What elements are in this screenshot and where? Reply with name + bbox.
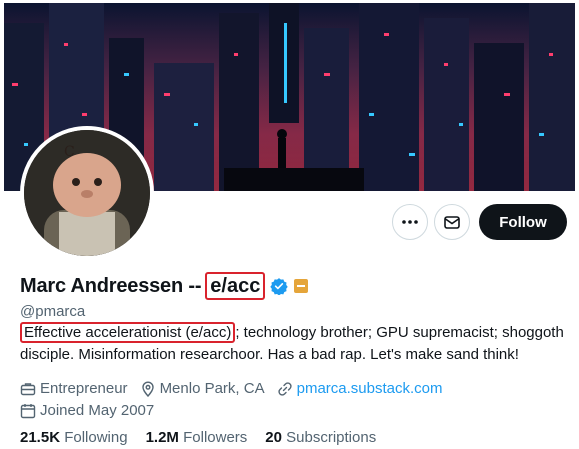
- message-button[interactable]: [434, 204, 470, 240]
- followers-label: Followers: [183, 429, 248, 446]
- website-link[interactable]: pmarca.substack.com: [297, 378, 443, 400]
- followers-count: 1.2M: [145, 429, 179, 446]
- profile-name-row: Marc Andreessen -- e/acc: [20, 272, 309, 300]
- category-label: Entrepreneur: [40, 380, 128, 397]
- profile-avatar[interactable]: C: [20, 126, 154, 260]
- briefcase-icon: [20, 383, 36, 396]
- profile-bio: Effective accelerationist (e/acc); techn…: [20, 322, 570, 366]
- more-icon: [402, 220, 418, 224]
- joined-label: Joined May 2007: [40, 402, 155, 419]
- profile-stats: 21.5K Following 1.2M Followers 20 Subscr…: [20, 429, 394, 446]
- name-tag-highlight: e/acc: [205, 272, 266, 300]
- location-label: Menlo Park, CA: [159, 380, 265, 397]
- profile-handle: @pmarca: [20, 303, 86, 320]
- bio-highlight: Effective accelerationist (e/acc): [20, 322, 236, 343]
- subscriptions-count: 20: [265, 429, 282, 446]
- avatar-image: C: [24, 130, 150, 256]
- location-item: Menlo Park, CA: [140, 378, 265, 400]
- category-item: Entrepreneur: [20, 378, 128, 400]
- subscriptions-stat[interactable]: 20 Subscriptions: [265, 429, 376, 446]
- followers-stat[interactable]: 1.2M Followers: [146, 429, 248, 446]
- link-icon: [278, 382, 292, 396]
- following-label: Following: [64, 429, 128, 446]
- following-stat[interactable]: 21.5K Following: [20, 429, 128, 446]
- calendar-icon: [20, 404, 36, 419]
- location-pin-icon: [141, 381, 154, 397]
- website-item[interactable]: pmarca.substack.com: [277, 378, 443, 400]
- svg-text:C: C: [64, 144, 75, 160]
- verified-badge-icon[interactable]: [270, 277, 289, 295]
- profile-meta: Entrepreneur Menlo Park, CA pmarca.subst…: [20, 378, 455, 422]
- more-button[interactable]: [392, 204, 428, 240]
- envelope-icon: [444, 216, 460, 229]
- subscriptions-label: Subscriptions: [286, 429, 377, 446]
- follow-button[interactable]: Follow: [479, 204, 567, 240]
- affiliate-badge-icon[interactable]: [294, 279, 309, 293]
- joined-item: Joined May 2007: [20, 400, 154, 422]
- following-count: 21.5K: [20, 429, 61, 446]
- display-name: Marc Andreessen --: [20, 274, 202, 297]
